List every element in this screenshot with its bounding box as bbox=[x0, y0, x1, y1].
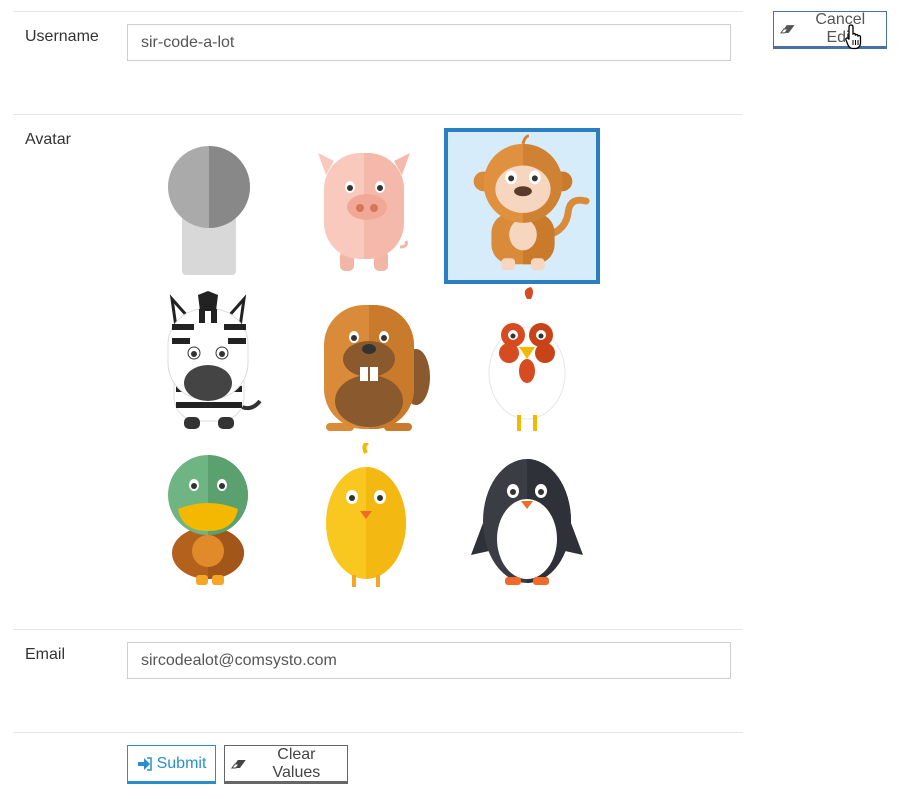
sign-in-icon bbox=[137, 756, 152, 771]
divider bbox=[13, 629, 743, 630]
beaver-icon bbox=[324, 305, 430, 431]
avatar-default[interactable] bbox=[129, 128, 285, 284]
avatar-duck[interactable] bbox=[129, 440, 285, 596]
chick-icon bbox=[326, 443, 406, 587]
pig-icon bbox=[318, 153, 410, 271]
avatar-beaver[interactable] bbox=[287, 284, 443, 440]
rooster-icon bbox=[488, 287, 566, 431]
avatar-monkey[interactable] bbox=[444, 128, 600, 284]
monkey-icon bbox=[473, 134, 590, 271]
eraser-icon bbox=[780, 25, 795, 34]
submit-label: Submit bbox=[156, 754, 207, 772]
clear-values-button[interactable]: Clear Values bbox=[224, 745, 348, 784]
cancel-edit-button[interactable]: Cancel Edit bbox=[773, 11, 887, 49]
hand-cursor-icon bbox=[845, 24, 862, 50]
avatar-zebra[interactable] bbox=[129, 284, 285, 440]
divider bbox=[13, 114, 743, 115]
duck-icon bbox=[168, 455, 248, 585]
email-input[interactable] bbox=[127, 642, 731, 679]
email-label: Email bbox=[25, 646, 66, 663]
submit-button[interactable]: Submit bbox=[127, 745, 216, 784]
clear-values-label: Clear Values bbox=[272, 745, 321, 781]
default-avatar-icon bbox=[168, 146, 250, 275]
username-input[interactable] bbox=[127, 24, 731, 61]
username-label: Username bbox=[25, 28, 99, 45]
avatar-pig[interactable] bbox=[287, 128, 443, 284]
avatar-chick[interactable] bbox=[287, 440, 443, 596]
avatar-rooster[interactable] bbox=[444, 284, 600, 440]
divider bbox=[13, 732, 743, 733]
eraser-icon bbox=[231, 759, 246, 768]
avatar-penguin[interactable] bbox=[444, 440, 600, 596]
zebra-icon bbox=[167, 291, 262, 429]
avatar-label: Avatar bbox=[25, 131, 71, 148]
penguin-icon bbox=[471, 459, 583, 585]
divider bbox=[13, 11, 743, 12]
cancel-edit-label: Cancel Edit bbox=[815, 11, 866, 46]
